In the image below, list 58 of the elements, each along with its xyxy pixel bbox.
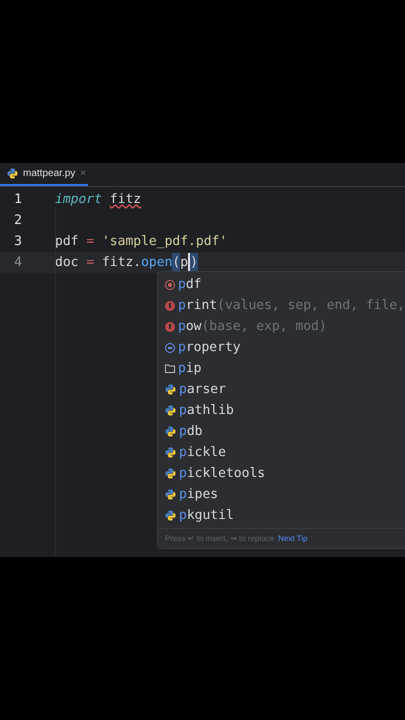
code-token: pdf xyxy=(55,232,80,251)
completion-item[interactable]: pathlib xyxy=(158,400,405,421)
completion-item[interactable]: print(values, sep, end, file, xyxy=(158,295,405,316)
completion-item[interactable]: property xyxy=(158,337,405,358)
file-tab[interactable]: mattpear.py × xyxy=(0,163,88,186)
completion-item[interactable]: pow(base, exp, mod) xyxy=(158,316,405,337)
completion-name: property xyxy=(178,338,241,357)
line-number: 4 xyxy=(13,254,22,272)
python-icon xyxy=(165,489,176,500)
function-icon xyxy=(165,322,175,332)
completion-item[interactable]: parser xyxy=(158,379,405,400)
completion-name: print xyxy=(178,296,218,315)
class-icon xyxy=(165,342,175,352)
code-token: = xyxy=(86,232,96,251)
python-icon xyxy=(165,405,176,416)
code-token: import xyxy=(55,190,103,209)
completion-name: parser xyxy=(179,380,226,399)
line-number: 3 xyxy=(13,232,22,251)
completion-name: pickletools xyxy=(179,464,266,483)
python-icon xyxy=(165,426,176,437)
code-token: fitz. xyxy=(100,254,142,272)
completion-item[interactable]: pickle xyxy=(158,442,405,463)
function-icon xyxy=(165,300,175,310)
tab-label: mattpear.py xyxy=(23,167,76,181)
python-icon xyxy=(7,168,18,179)
line-number: 1 xyxy=(13,190,22,209)
completion-name: pipes xyxy=(179,486,218,504)
python-icon xyxy=(165,468,176,479)
code-token: ( xyxy=(172,252,180,272)
completion-item[interactable]: pickletools xyxy=(158,463,405,484)
code-token: open xyxy=(141,254,172,272)
completion-name: pathlib xyxy=(179,402,234,420)
completion-name: pdb xyxy=(179,422,202,441)
code-token: = xyxy=(86,254,94,272)
completion-name: pow xyxy=(178,318,202,336)
completion-params: (values, sep, end, file, xyxy=(217,296,405,315)
next-tip-link[interactable]: Next Tip xyxy=(278,532,308,544)
completion-item[interactable]: pipes xyxy=(158,484,405,505)
completion-params: (base, exp, mod) xyxy=(201,318,327,336)
code-token: ) xyxy=(190,252,198,272)
code-token: doc xyxy=(55,254,80,272)
completion-item[interactable]: pip xyxy=(158,358,405,379)
completion-item[interactable]: pdf xyxy=(158,274,405,295)
variable-icon xyxy=(165,280,175,290)
python-icon xyxy=(165,510,176,521)
completion-item[interactable]: pkgutil xyxy=(158,505,405,526)
completion-name: pkgutil xyxy=(179,506,234,525)
code-token: 'sample_pdf.pdf' xyxy=(102,232,228,251)
code-token: fitz xyxy=(110,190,142,209)
completion-item[interactable]: pdb xyxy=(158,421,405,442)
completion-name: pdf xyxy=(178,276,202,294)
python-icon xyxy=(165,384,176,395)
line-number: 2 xyxy=(13,212,22,230)
hint-text: Press ↵ to insert, ⇥ to replace xyxy=(165,532,274,544)
python-icon xyxy=(165,447,176,458)
completion-name: pip xyxy=(178,360,202,378)
folder-icon xyxy=(165,364,175,373)
completion-name: pickle xyxy=(179,444,226,462)
